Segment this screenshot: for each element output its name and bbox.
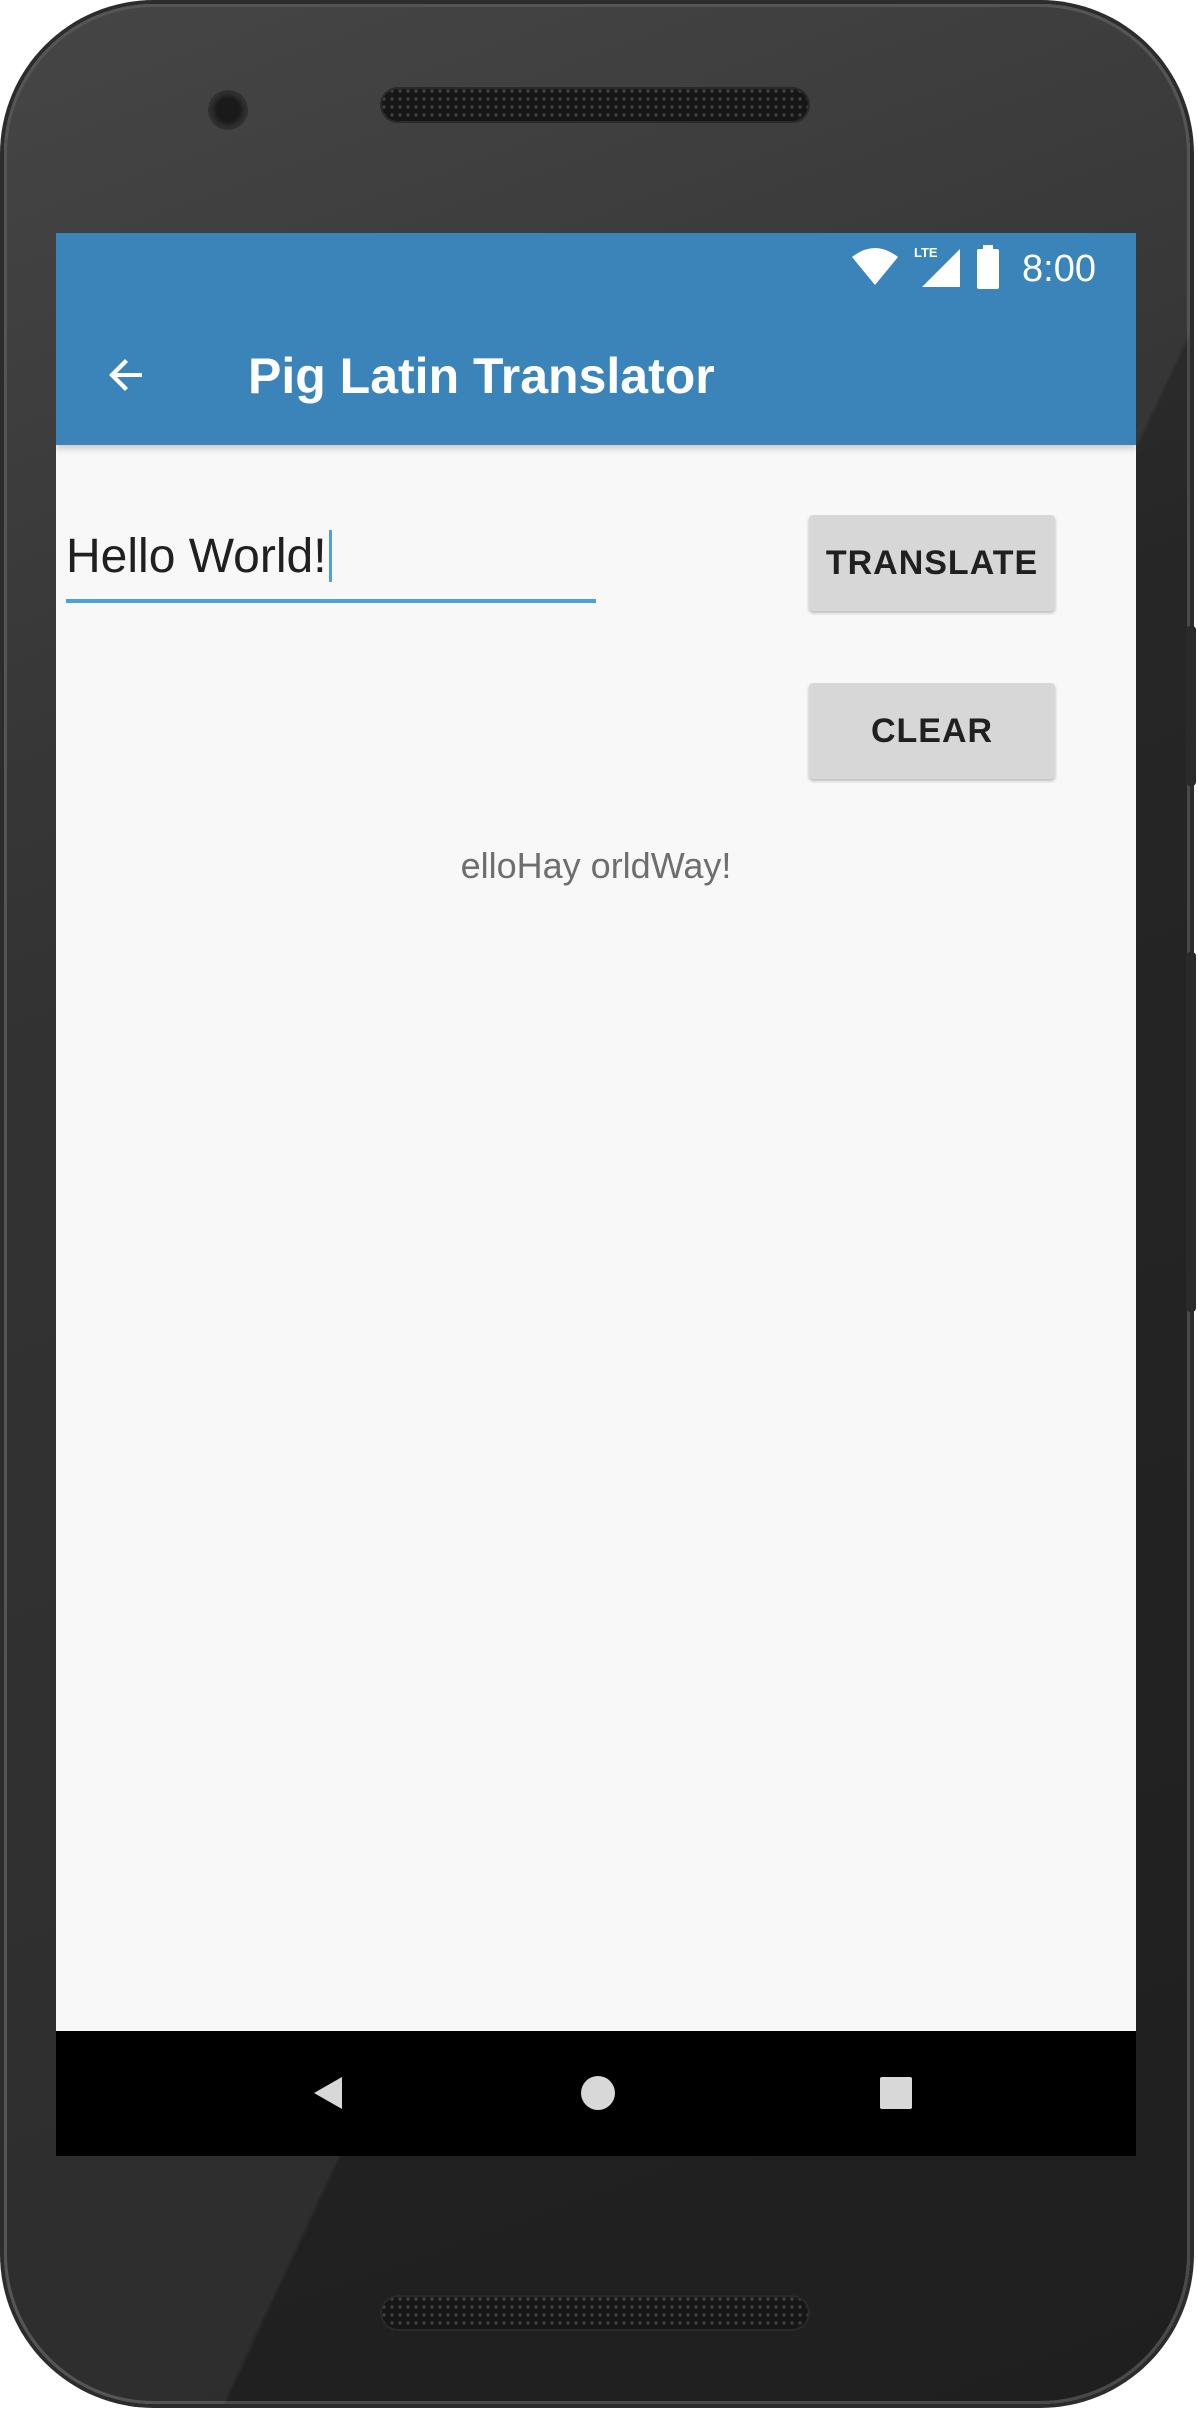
page-title: Pig Latin Translator bbox=[248, 348, 715, 404]
phone-frame: LTE 8:00 Pig Latin Translator Hello Worl… bbox=[4, 4, 1190, 2404]
power-button bbox=[1186, 952, 1196, 1312]
navigation-bar bbox=[56, 2031, 1136, 2156]
arrow-back-icon bbox=[109, 359, 142, 391]
main-content: Hello World! TRANSLATE CLEAR elloHay orl… bbox=[56, 445, 1136, 2031]
lte-signal-icon: LTE bbox=[914, 245, 962, 294]
front-camera bbox=[208, 90, 248, 130]
input-text-value: Hello World! bbox=[66, 530, 327, 583]
nav-recents-button[interactable] bbox=[866, 2063, 926, 2123]
text-caret bbox=[328, 530, 332, 582]
translate-button[interactable]: TRANSLATE bbox=[809, 515, 1055, 611]
input-value[interactable]: Hello World! bbox=[66, 529, 332, 584]
nav-home-icon bbox=[581, 2076, 615, 2110]
device-screen: LTE 8:00 Pig Latin Translator Hello Worl… bbox=[56, 233, 1136, 2156]
status-time: 8:00 bbox=[1022, 247, 1096, 290]
top-speaker-grille bbox=[380, 87, 810, 123]
battery-icon bbox=[976, 244, 1000, 294]
status-bar: LTE 8:00 bbox=[56, 233, 1136, 305]
nav-back-button[interactable] bbox=[298, 2063, 358, 2123]
nav-back-icon bbox=[314, 2077, 342, 2109]
clear-button[interactable]: CLEAR bbox=[809, 683, 1055, 779]
status-icons: LTE 8:00 bbox=[850, 244, 1096, 294]
translation-output: elloHay orldWay! bbox=[460, 845, 732, 886]
back-button[interactable] bbox=[94, 343, 158, 407]
wifi-icon bbox=[850, 247, 900, 292]
text-input-field[interactable]: Hello World! bbox=[66, 515, 596, 603]
volume-button bbox=[1186, 626, 1196, 786]
nav-home-button[interactable] bbox=[568, 2063, 628, 2123]
app-bar: Pig Latin Translator bbox=[56, 305, 1136, 445]
lte-label: LTE bbox=[914, 245, 938, 260]
nav-recents-icon bbox=[880, 2077, 912, 2109]
bottom-speaker-grille bbox=[380, 2295, 810, 2331]
input-underline bbox=[66, 599, 596, 603]
